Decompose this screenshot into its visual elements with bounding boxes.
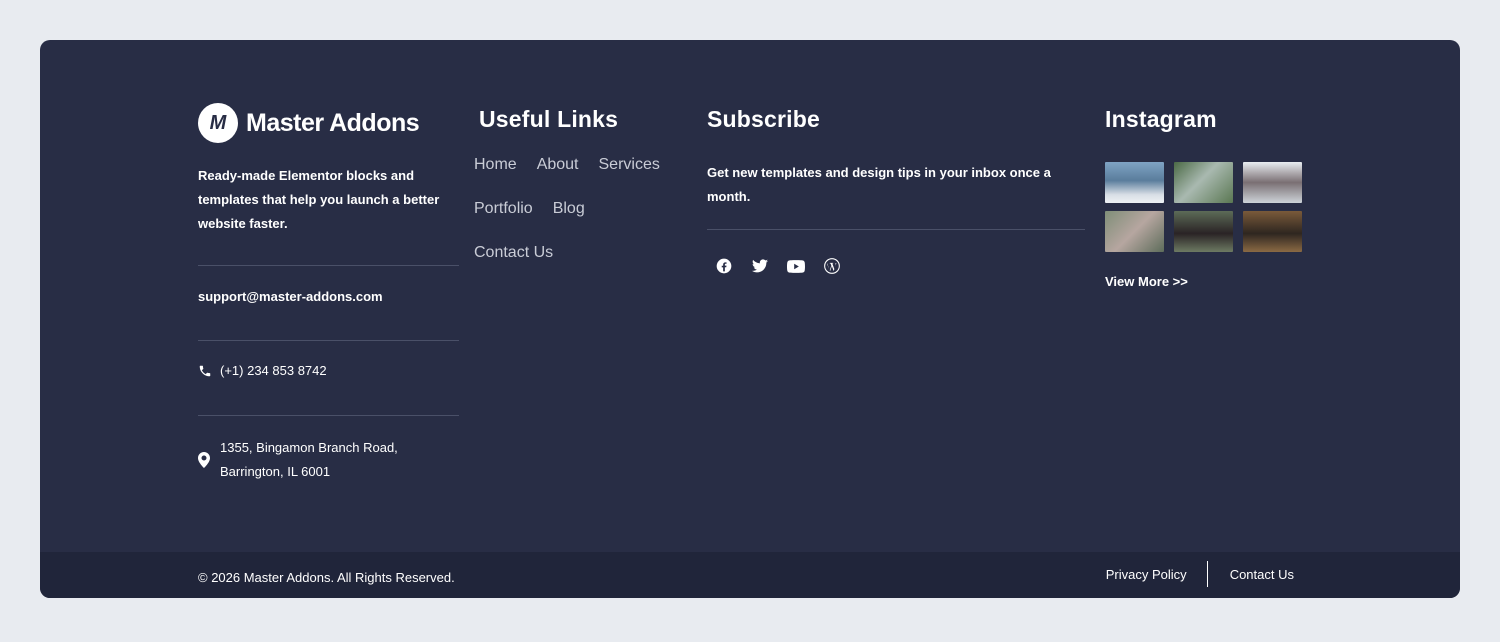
- logo-text: Master Addons: [246, 108, 420, 137]
- bottom-contact-us-link[interactable]: Contact Us: [1230, 567, 1294, 582]
- copyright-bar: © 2026 Master Addons. All Rights Reserve…: [40, 552, 1460, 598]
- divider: [198, 265, 459, 266]
- logo-mark: M: [198, 103, 238, 143]
- subscribe-heading: Subscribe: [707, 106, 821, 132]
- phone-row[interactable]: (+1) 234 853 8742: [198, 363, 327, 378]
- subscribe-text: Get new templates and design tips in you…: [707, 165, 1051, 204]
- instagram-thumbnail[interactable]: [1174, 211, 1233, 252]
- subscribe-column: Subscribe Get new templates and design t…: [707, 106, 1085, 276]
- brand-column: M Master Addons Ready-made Elementor blo…: [198, 102, 459, 479]
- phone-number: (+1) 234 853 8742: [220, 363, 327, 378]
- instagram-grid: [1105, 162, 1325, 252]
- instagram-thumbnail[interactable]: [1243, 211, 1302, 252]
- divider: [198, 415, 459, 416]
- footer: M Master Addons Ready-made Elementor blo…: [40, 40, 1460, 598]
- divider: [198, 340, 459, 341]
- map-pin-icon: [198, 452, 210, 468]
- wordpress-icon[interactable]: [822, 256, 842, 276]
- support-email[interactable]: support@master-addons.com: [198, 289, 383, 304]
- youtube-icon[interactable]: [786, 256, 806, 276]
- bottom-links: Privacy Policy Contact Us: [1106, 560, 1294, 588]
- privacy-policy-link[interactable]: Privacy Policy: [1106, 567, 1187, 582]
- useful-links-list: Home About Services Portfolio Blog Conta…: [474, 155, 694, 287]
- instagram-thumbnail[interactable]: [1105, 211, 1164, 252]
- link-separator: [1206, 561, 1208, 587]
- social-links: [714, 256, 1085, 276]
- brand-tagline: Ready-made Elementor blocks and template…: [198, 168, 440, 231]
- instagram-heading: Instagram: [1105, 106, 1217, 132]
- address-line-1: 1355, Bingamon Branch Road,: [220, 440, 398, 455]
- instagram-thumbnail[interactable]: [1243, 162, 1302, 203]
- link-contact-us[interactable]: Contact Us: [474, 243, 553, 287]
- link-about[interactable]: About: [537, 155, 579, 199]
- divider: [707, 229, 1085, 230]
- twitter-icon[interactable]: [750, 256, 770, 276]
- facebook-icon[interactable]: [714, 256, 734, 276]
- copyright-text: © 2026 Master Addons. All Rights Reserve…: [198, 570, 455, 585]
- view-more-link[interactable]: View More >>: [1105, 274, 1188, 289]
- logo[interactable]: M Master Addons: [198, 102, 459, 144]
- link-home[interactable]: Home: [474, 155, 517, 199]
- instagram-thumbnail[interactable]: [1105, 162, 1164, 203]
- link-portfolio[interactable]: Portfolio: [474, 199, 533, 243]
- useful-links-column: Useful Links Home About Services Portfol…: [474, 106, 694, 287]
- phone-icon: [199, 365, 211, 376]
- instagram-thumbnail[interactable]: [1174, 162, 1233, 203]
- address-line-2: Barrington, IL 6001: [220, 464, 331, 479]
- address-row: 1355, Bingamon Branch Road, Barrington, …: [198, 436, 398, 484]
- link-blog[interactable]: Blog: [553, 199, 585, 243]
- instagram-column: Instagram View More >>: [1105, 106, 1325, 291]
- useful-links-heading: Useful Links: [479, 106, 619, 132]
- address: 1355, Bingamon Branch Road, Barrington, …: [220, 436, 398, 484]
- link-services[interactable]: Services: [599, 155, 660, 199]
